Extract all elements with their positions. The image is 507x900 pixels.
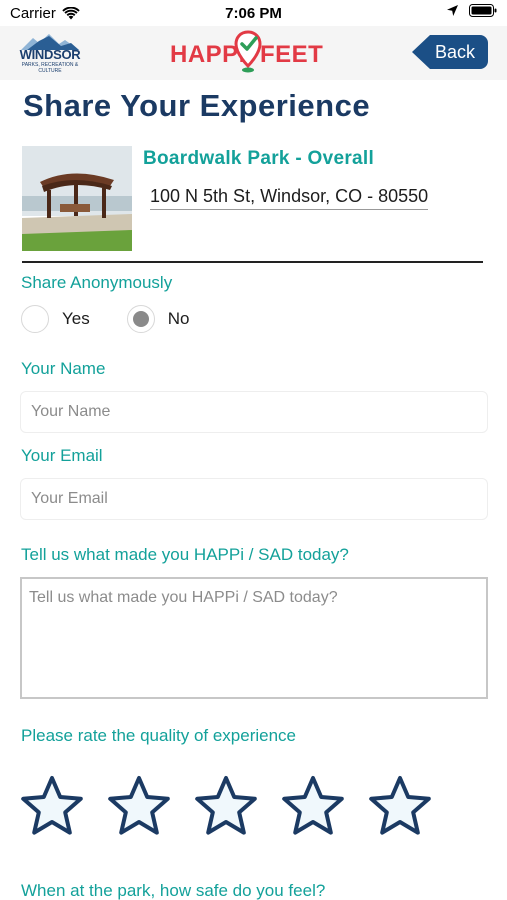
rating-stars — [20, 774, 432, 838]
star-icon[interactable] — [20, 774, 84, 838]
email-input[interactable] — [20, 478, 488, 520]
park-photo — [22, 146, 132, 251]
divider — [22, 261, 483, 263]
anonymous-no-label: No — [167, 309, 190, 328]
radio-selected-dot — [132, 311, 149, 327]
page-title: Share Your Experience — [23, 88, 371, 123]
feedback-textarea[interactable] — [20, 577, 488, 699]
star-icon[interactable] — [368, 774, 432, 838]
star-icon[interactable] — [194, 774, 258, 838]
park-address: 100 N 5th St, Windsor, CO - 80550 — [150, 186, 429, 210]
windsor-logo-name: WINDSOR — [19, 47, 81, 62]
windsor-logo-subtitle: PARKS, RECREATION & CULTURE — [21, 62, 79, 74]
anonymous-label: Share Anonymously — [21, 273, 173, 292]
back-button[interactable]: Back — [412, 35, 488, 69]
status-bar: Carrier 7:06 PM — [0, 0, 507, 26]
status-icons — [446, 4, 497, 17]
happi-feet-logo: HAPPi FEET — [170, 30, 330, 78]
location-arrow-icon — [447, 5, 458, 16]
app-header: WINDSOR PARKS, RECREATION & CULTURE HAPP… — [0, 26, 507, 80]
park-name: Boardwalk Park - Overall — [143, 148, 375, 169]
battery-icon — [469, 4, 497, 17]
anonymous-yes-label: Yes — [62, 309, 90, 328]
name-input[interactable] — [20, 391, 488, 433]
anonymous-yes-radio[interactable] — [21, 305, 49, 333]
name-label: Your Name — [21, 359, 106, 378]
safety-label: When at the park, how safe do you feel? — [21, 881, 326, 900]
location-pin-check-icon — [234, 30, 262, 73]
email-label: Your Email — [21, 446, 103, 465]
back-button-label: Back — [434, 41, 476, 62]
star-icon[interactable] — [281, 774, 345, 838]
clock: 7:06 PM — [225, 5, 282, 22]
windsor-logo: WINDSOR PARKS, RECREATION & CULTURE — [19, 32, 81, 76]
feedback-label: Tell us what made you HAPPi / SAD today? — [21, 545, 349, 564]
anonymous-radio-group: Yes No — [21, 305, 189, 333]
feet-logo-word: FEET — [260, 41, 324, 68]
rating-label: Please rate the quality of experience — [21, 726, 297, 745]
anonymous-no-radio[interactable] — [126, 305, 155, 333]
star-icon[interactable] — [107, 774, 171, 838]
